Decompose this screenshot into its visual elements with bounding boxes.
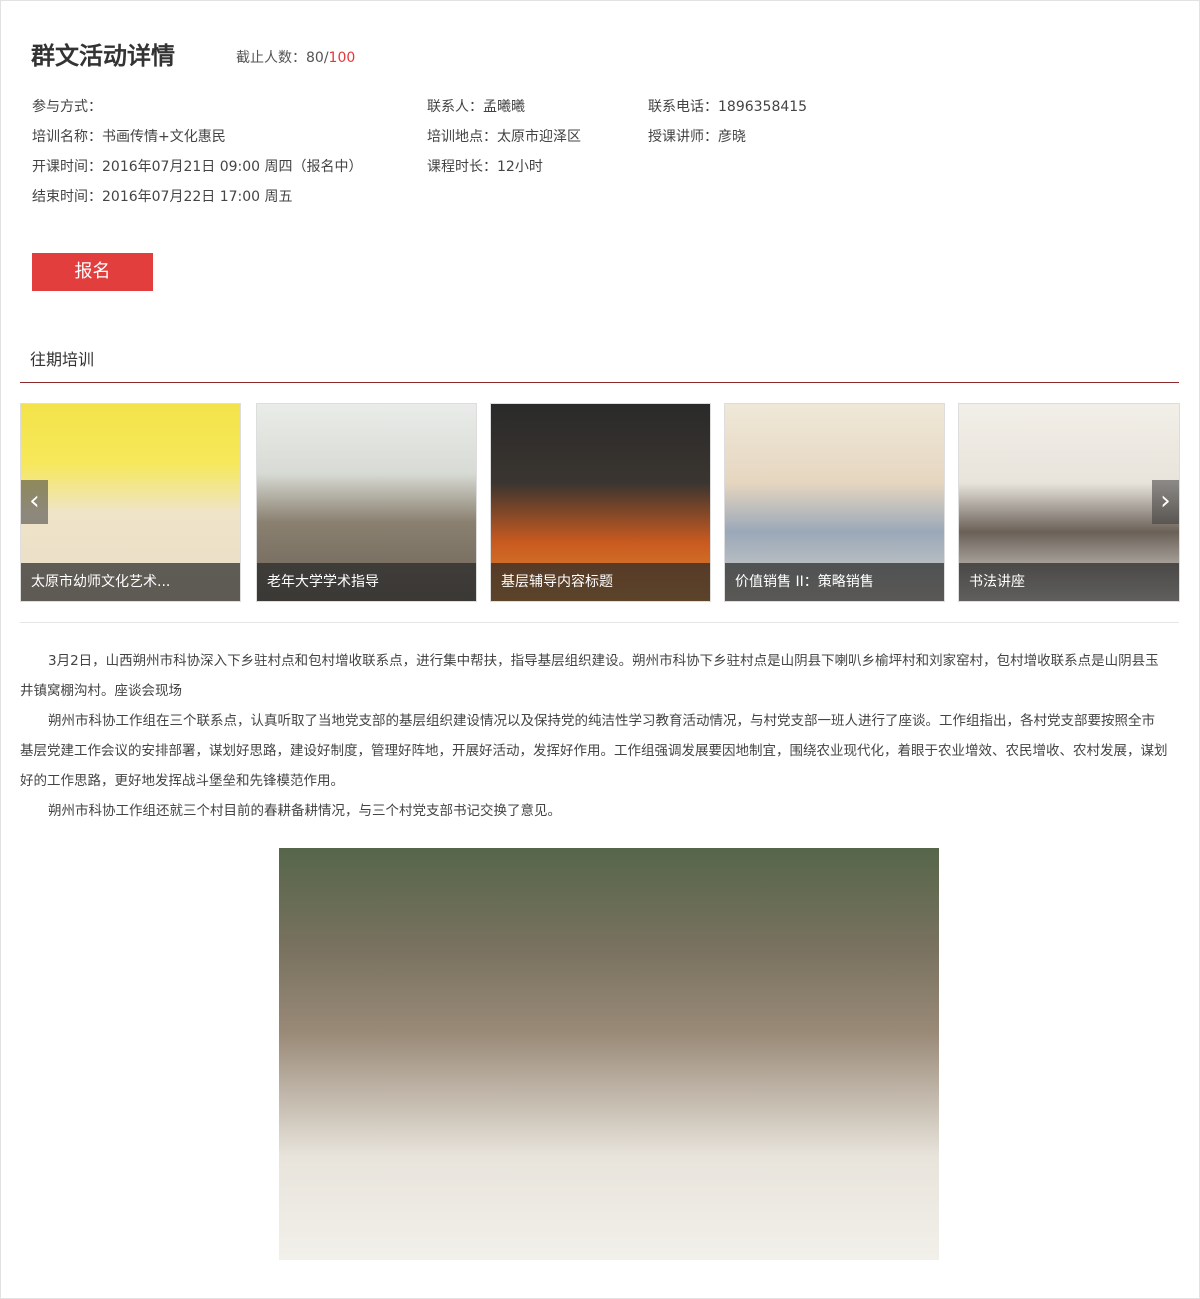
contact-phone: 联系电话：1896358415 [648,99,808,115]
training-card[interactable]: 价值销售 II：策略销售 [724,403,945,602]
content-divider [20,622,1179,623]
training-caption: 价值销售 II：策略销售 [725,563,944,601]
article-paragraph: 朔州市科协工作组在三个联系点，认真听取了当地党支部的基层组织建设情况以及保持党的… [20,713,1168,789]
quota-info: 截止人数：80/100 [236,47,355,67]
end-time: 结束时间：2016年07月22日 17:00 周五 [32,189,293,205]
start-time: 开课时间：2016年07月21日 09:00 周四（报名中） [32,159,363,175]
chevron-right-icon: › [1160,486,1171,516]
course-duration: 课程时长：12小时 [427,159,543,175]
training-caption: 基层辅导内容标题 [491,563,710,601]
signup-button[interactable]: 报名 [32,253,153,291]
past-training-carousel: 太原市幼师文化艺术... 老年大学学术指导 基层辅导内容标题 价值销售 II：策… [20,403,1180,602]
past-training-title: 往期培训 [30,350,95,369]
training-caption: 书法讲座 [959,563,1179,601]
training-card[interactable]: 老年大学学术指导 [256,403,477,602]
quota-max: 100 [328,50,356,66]
training-name: 培训名称：书画传情+文化惠民 [32,129,226,145]
lecturer: 授课讲师：彦晓 [648,129,746,145]
quota-label: 截止人数： [236,50,306,66]
participation-mode: 参与方式： [32,99,102,115]
quota-current: 80/ [306,50,329,66]
section-divider [20,382,1179,383]
article-body: 3月2日，山西朔州市科协深入下乡驻村点和包村增收联系点，进行集中帮扶，指导基层组… [20,646,1168,826]
training-location: 培训地点：太原市迎泽区 [427,129,581,145]
training-caption: 太原市幼师文化艺术... [21,563,240,601]
training-caption: 老年大学学术指导 [257,563,476,601]
training-card[interactable]: 基层辅导内容标题 [490,403,711,602]
training-card[interactable]: 太原市幼师文化艺术... [20,403,241,602]
contact-person: 联系人：孟曦曦 [427,99,525,115]
article-paragraph: 3月2日，山西朔州市科协深入下乡驻村点和包村增收联系点，进行集中帮扶，指导基层组… [20,653,1159,699]
chevron-left-icon: ‹ [29,486,40,516]
carousel-prev-button[interactable]: ‹ [21,480,48,524]
article-paragraph: 朔州市科协工作组还就三个村目前的春耕备耕情况，与三个村党支部书记交换了意见。 [48,803,561,819]
training-card[interactable]: 书法讲座 [958,403,1180,602]
article-photo [279,848,939,1260]
carousel-next-button[interactable]: › [1152,480,1179,524]
page-title: 群文活动详情 [31,42,175,70]
